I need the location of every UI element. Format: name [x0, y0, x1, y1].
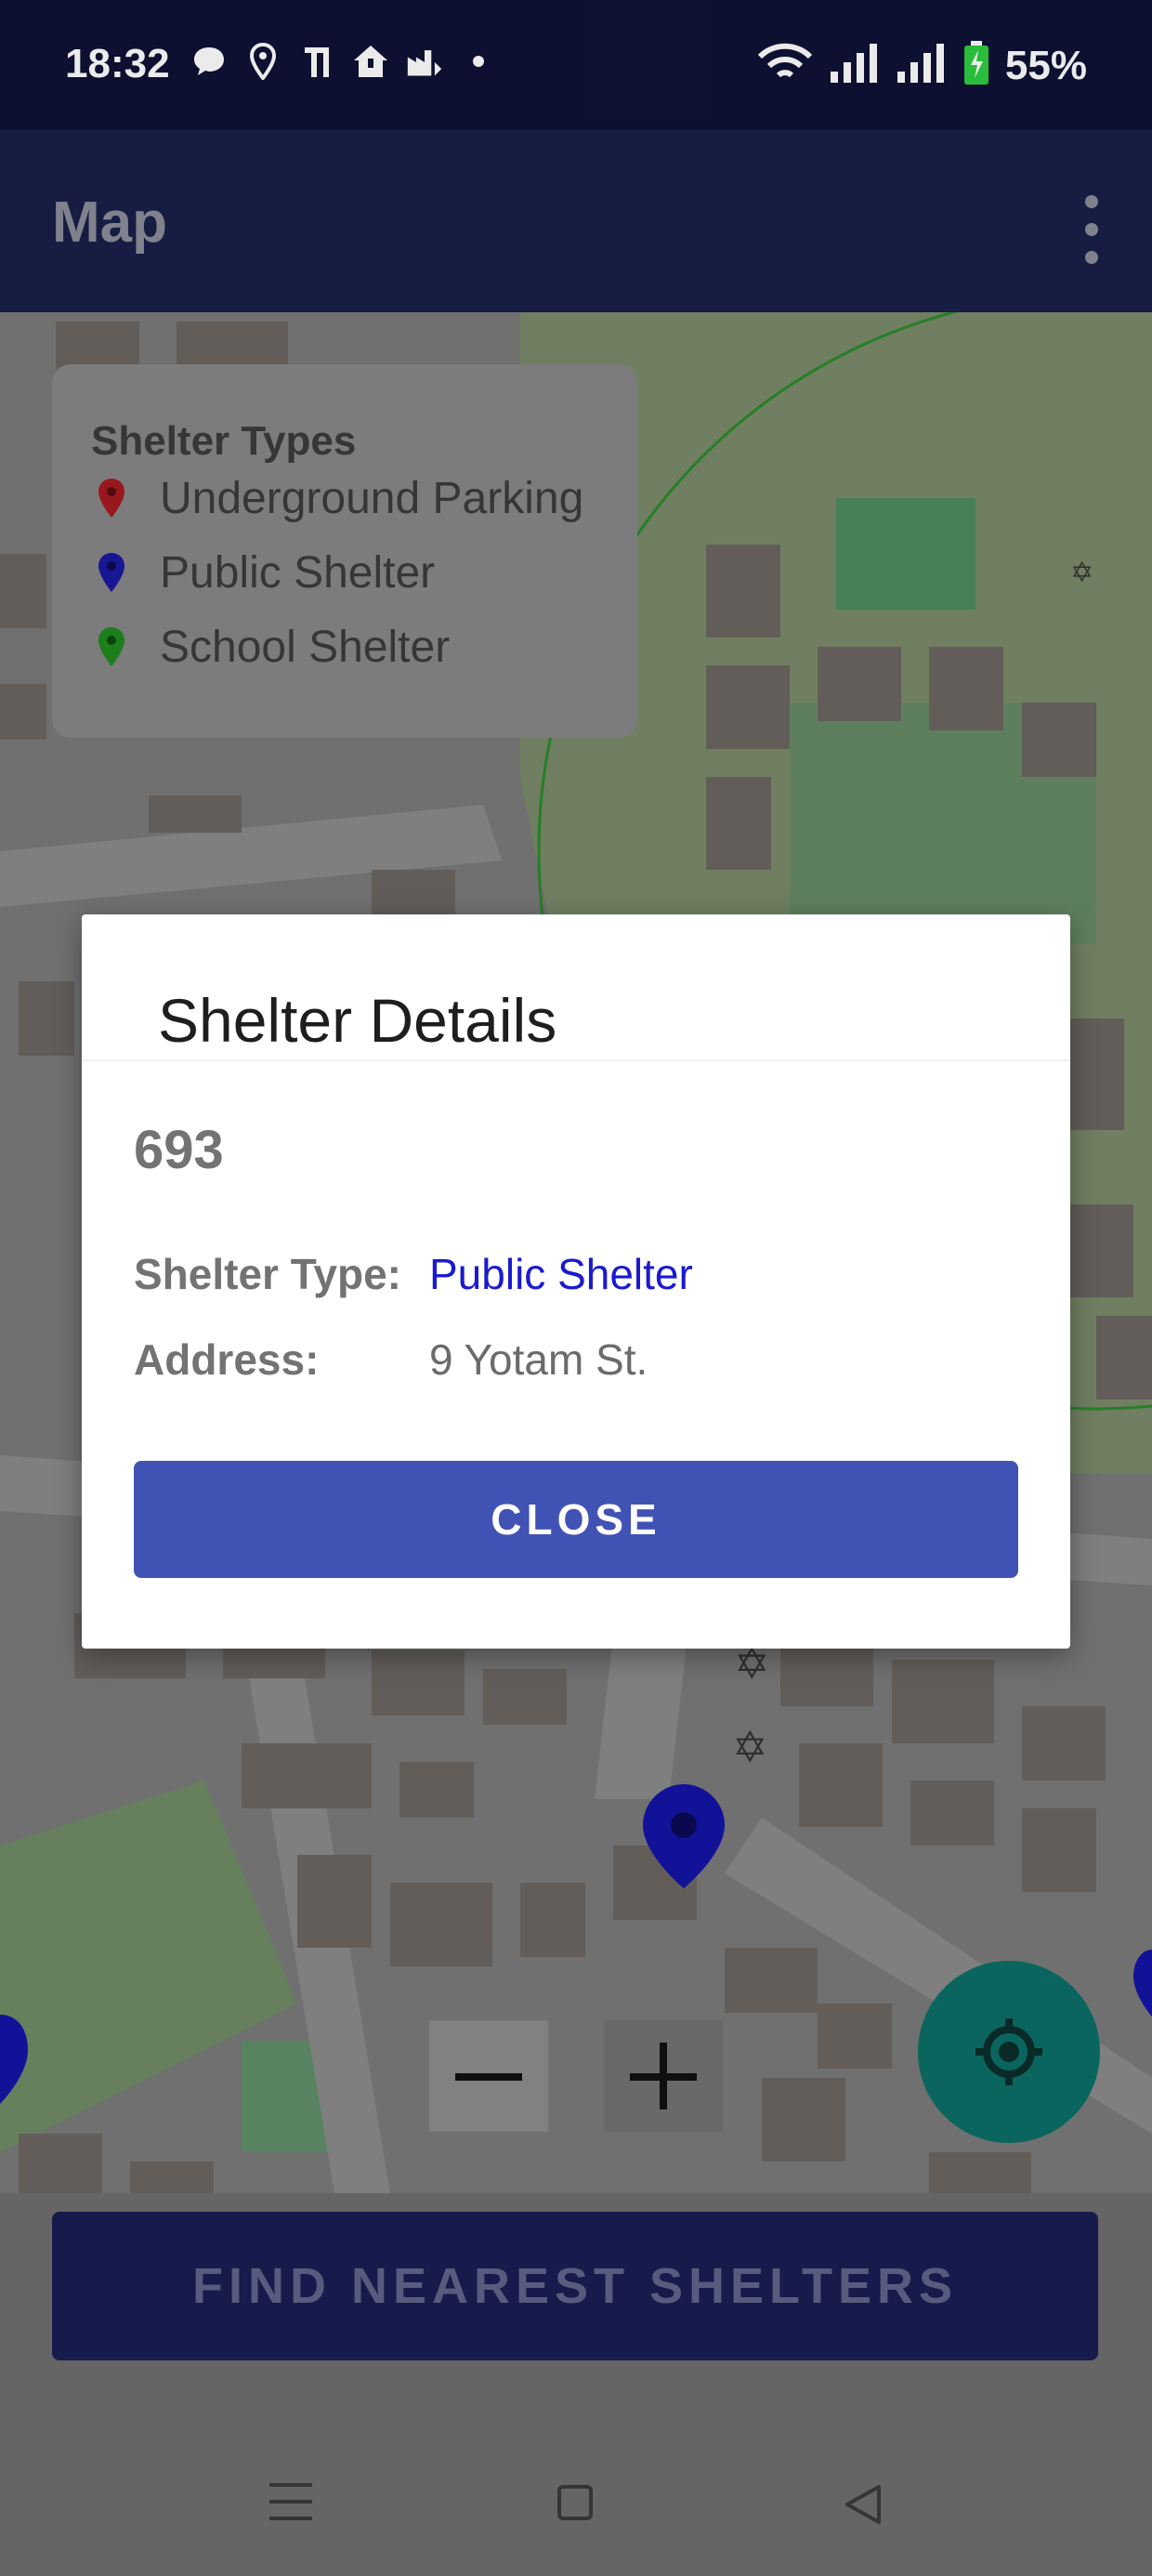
home-icon[interactable] — [557, 2485, 593, 2520]
battery-charging-icon — [962, 41, 990, 90]
dialog-divider — [82, 1059, 1070, 1061]
green-pin-icon — [98, 627, 124, 666]
red-pin-icon — [98, 479, 124, 518]
status-bar: 18:32 55% — [0, 0, 1152, 130]
legend-item-label: School Shelter — [160, 622, 451, 672]
legend-item-school-shelter: School Shelter — [97, 619, 450, 675]
my-location-button[interactable] — [918, 1961, 1100, 2143]
chat-bubble-icon — [190, 43, 228, 80]
dialog-title: Shelter Details — [158, 986, 557, 1055]
legend-item-public-shelter: Public Shelter — [97, 545, 435, 600]
app-bar: Map — [0, 130, 1152, 312]
status-system-icons: 55% — [756, 41, 1087, 90]
more-vert-icon[interactable] — [1078, 195, 1106, 288]
shelter-details-dialog: Shelter Details 693 Shelter Type: Public… — [82, 914, 1070, 1649]
wifi-icon — [756, 42, 814, 89]
shelter-id: 693 — [134, 1120, 224, 1180]
find-nearest-shelters-button[interactable]: FIND NEAREST SHELTERS — [52, 2212, 1098, 2360]
gps-fixed-icon — [975, 2018, 1042, 2085]
factory-icon — [406, 43, 443, 80]
legend-item-label: Public Shelter — [160, 547, 436, 598]
address-label: Address: — [134, 1335, 320, 1384]
address-value: 9 Yotam St. — [429, 1335, 648, 1384]
shelter-type-label: Shelter Type: — [134, 1250, 401, 1298]
zoom-out-button[interactable] — [429, 2020, 548, 2132]
location-pin-icon — [244, 43, 281, 80]
status-notification-icons — [190, 43, 497, 80]
legend-item-underground-parking: Underground Parking — [97, 470, 583, 526]
shelter-legend: Shelter Types Underground Parking Public… — [52, 364, 637, 738]
home-alert-icon — [352, 43, 389, 80]
status-time: 18:32 — [65, 41, 170, 86]
signal-icon — [829, 42, 881, 89]
legend-item-label: Underground Parking — [160, 473, 584, 523]
dot-icon — [460, 43, 497, 80]
tv-icon — [298, 43, 335, 80]
menu-icon[interactable] — [269, 2483, 312, 2520]
signal-icon — [896, 42, 948, 89]
svg-text:✡: ✡ — [1070, 557, 1093, 589]
page-title: Map — [52, 191, 167, 255]
close-button[interactable]: CLOSE — [134, 1461, 1018, 1578]
back-icon[interactable] — [840, 2481, 886, 2528]
svg-text:✡: ✡ — [732, 1722, 768, 1772]
legend-title: Shelter Types — [91, 418, 357, 464]
blue-pin-icon — [98, 553, 124, 592]
shelter-type-value: Public Shelter — [429, 1250, 693, 1298]
battery-percent: 55% — [1004, 42, 1087, 88]
zoom-in-button[interactable] — [604, 2020, 723, 2132]
